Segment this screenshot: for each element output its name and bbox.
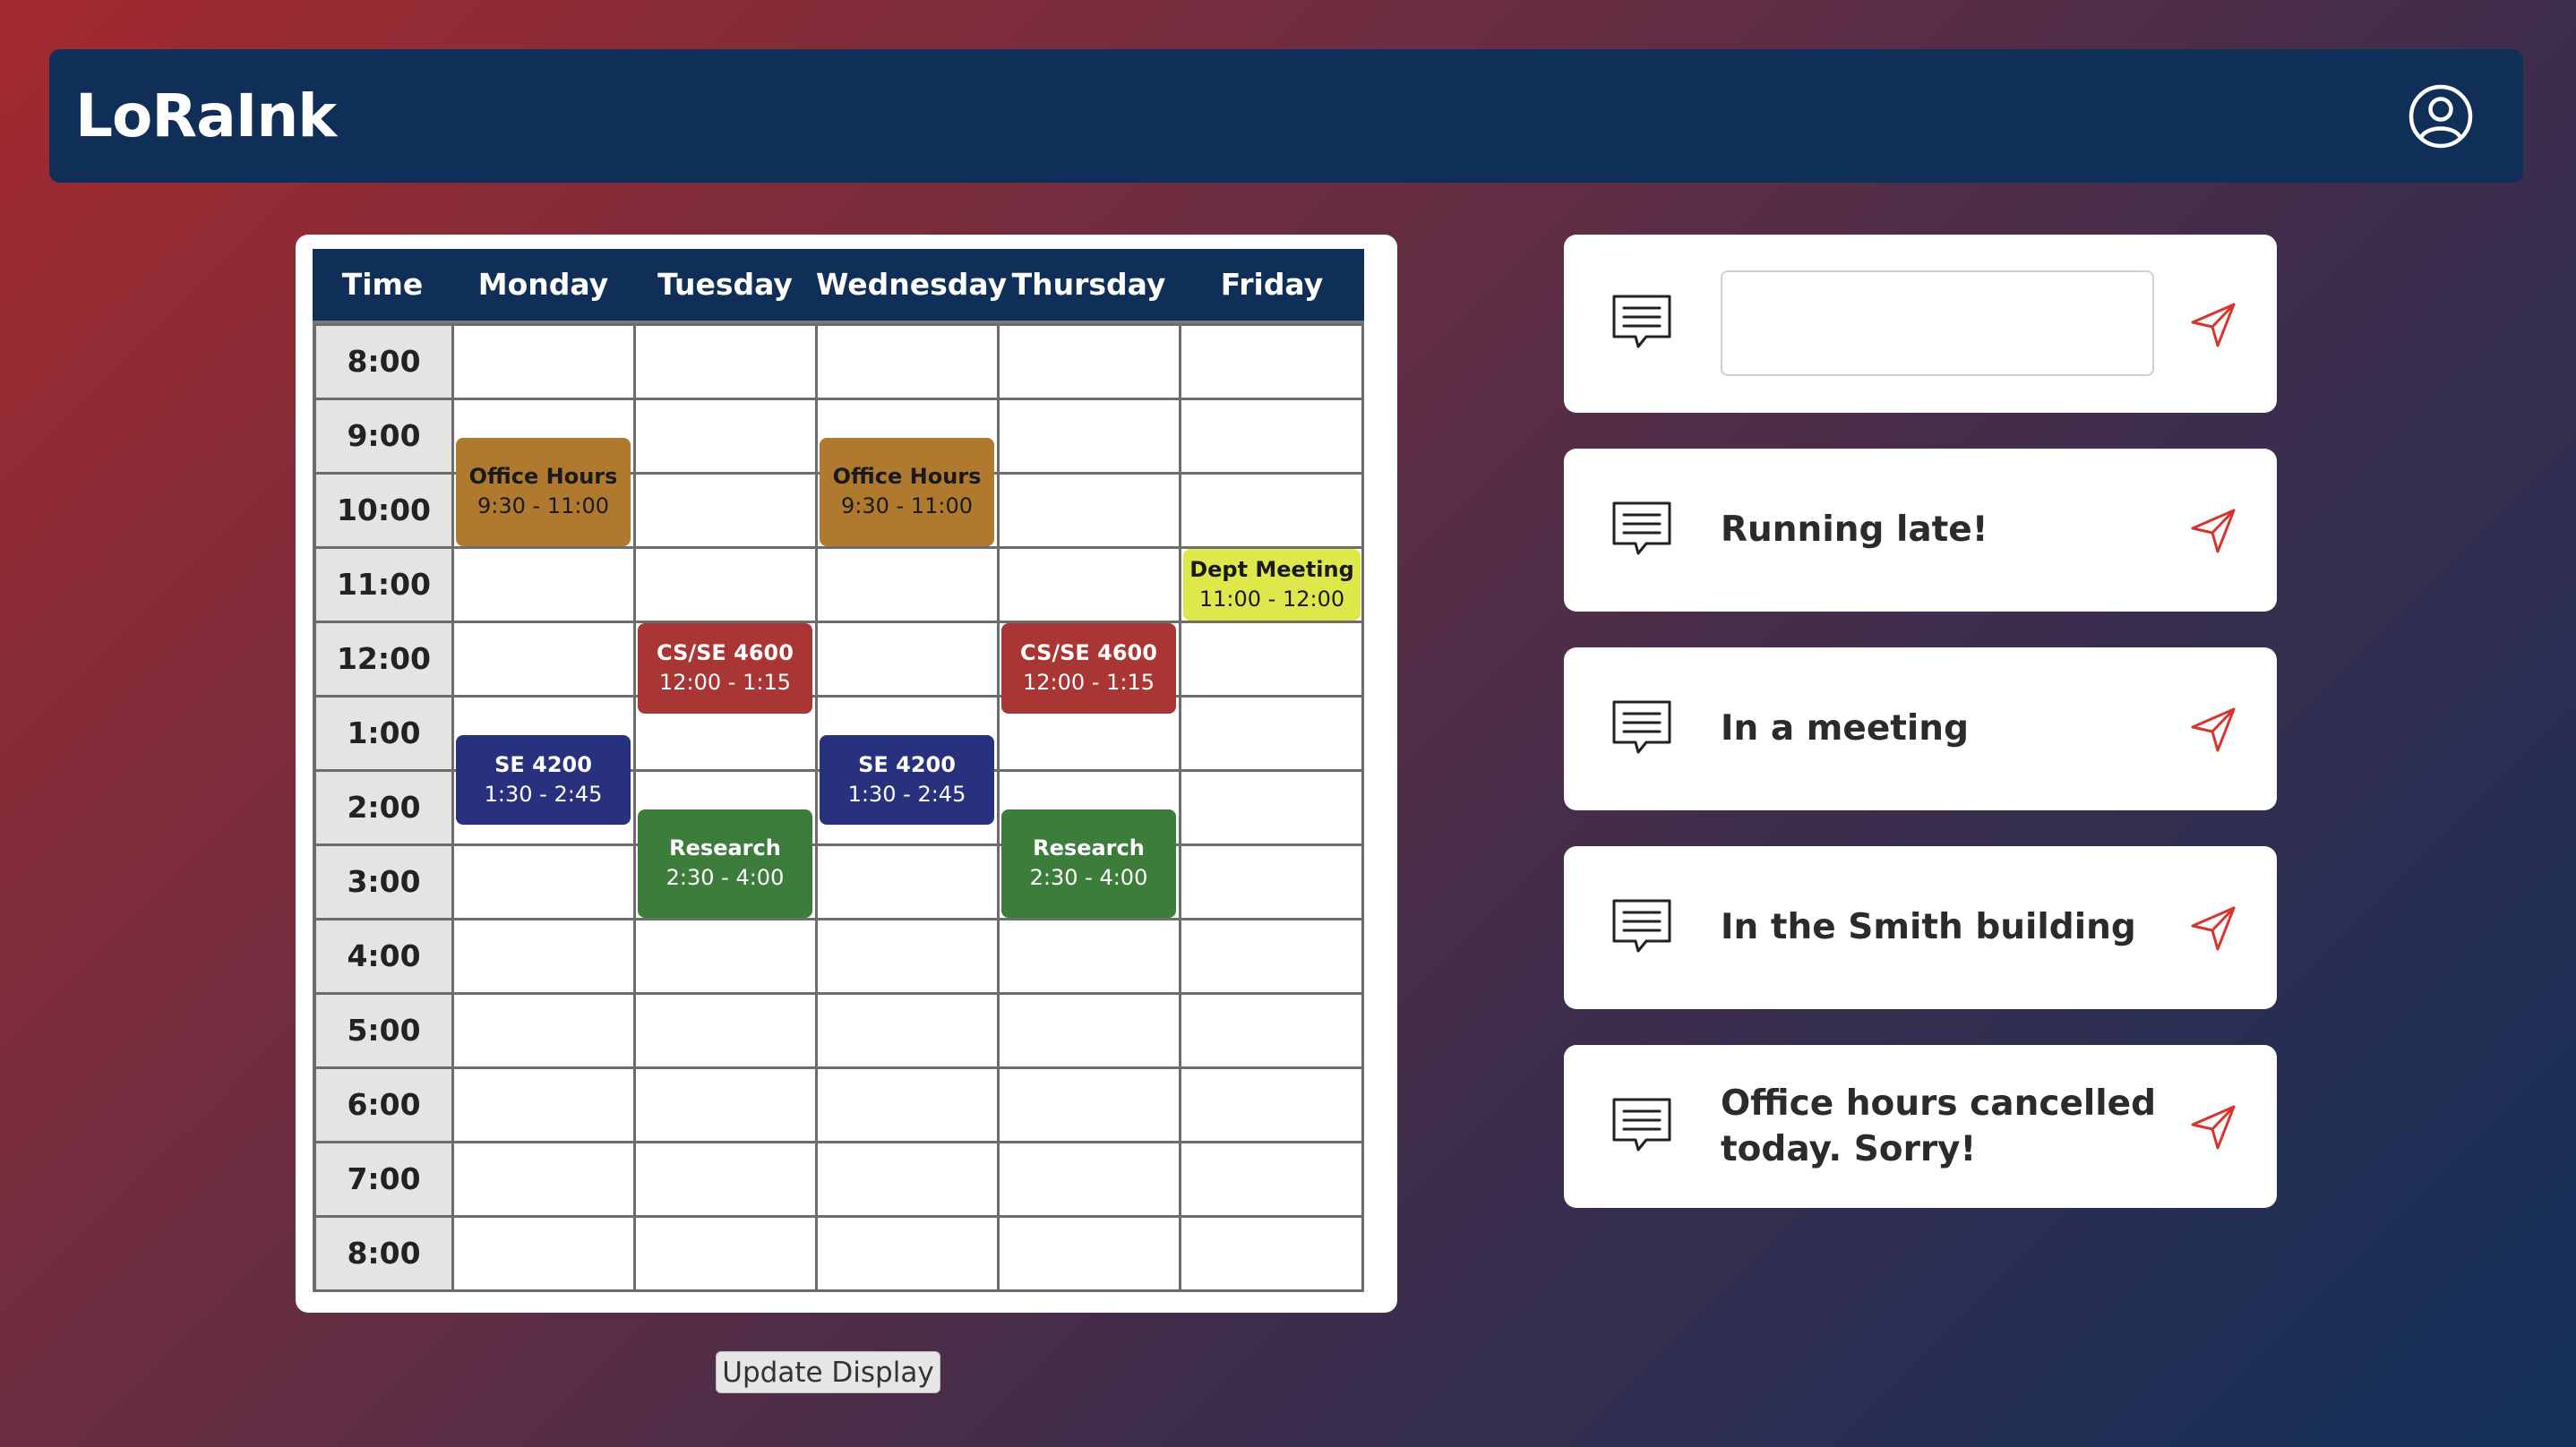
event-office-hours-monday[interactable]: Office Hours 9:30 - 11:00: [456, 437, 631, 546]
column-header-time: Time: [341, 267, 424, 302]
grid-row-line: [313, 918, 1364, 920]
grid-column-line: [1361, 324, 1364, 1292]
update-display-button[interactable]: Update Display: [716, 1351, 940, 1393]
event-research-tuesday[interactable]: Research 2:30 - 4:00: [638, 809, 812, 918]
grid-column-line: [815, 324, 818, 1292]
time-label: 7:00: [315, 1142, 452, 1216]
grid-row-line: [313, 992, 1364, 995]
schedule-header: Time Monday Tuesday Wednesday Thursday Friday: [313, 249, 1364, 321]
event-title: Research: [669, 835, 781, 861]
column-header-monday: Monday: [477, 267, 609, 302]
time-label: 1:00: [315, 696, 452, 770]
grid-column-line: [997, 324, 1000, 1292]
column-header-thursday: Thursday: [1011, 267, 1166, 302]
top-bar: LoRaInk: [49, 49, 2523, 183]
event-title: CS/SE 4600: [657, 640, 794, 666]
event-time: 2:30 - 4:00: [1029, 865, 1148, 891]
grid-column-line: [1179, 324, 1181, 1292]
preset-message-text: In a meeting: [1721, 708, 1969, 749]
event-time: 9:30 - 11:00: [841, 493, 973, 519]
grid-column-line: [633, 324, 636, 1292]
event-cs-se-4600-thursday[interactable]: CS/SE 4600 12:00 - 1:15: [1001, 623, 1176, 714]
preset-message-text: In the Smith building: [1721, 907, 2136, 947]
event-time: 12:00 - 1:15: [1023, 670, 1155, 696]
time-label: 8:00: [315, 324, 452, 398]
preset-message-card[interactable]: Office hours cancelled today. Sorry!: [1564, 1045, 2277, 1208]
event-title: Office Hours: [468, 464, 618, 490]
message-icon: [1612, 1098, 1671, 1152]
custom-message-card: [1564, 235, 2277, 413]
event-time: 12:00 - 1:15: [659, 670, 791, 696]
time-label: 2:00: [315, 770, 452, 844]
grid-column-line: [313, 324, 316, 1292]
grid-row-line: [313, 843, 1364, 846]
grid-row-line: [313, 1289, 1364, 1292]
column-header-wednesday: Wednesday: [816, 267, 1008, 302]
event-time: 9:30 - 11:00: [477, 493, 609, 519]
grid-row-line: [313, 1066, 1364, 1069]
message-icon: [1612, 295, 1671, 348]
grid-row-line: [313, 621, 1364, 623]
schedule-grid: Time Monday Tuesday Wednesday Thursday Friday…: [313, 249, 1364, 1297]
grid-column-line: [451, 324, 454, 1292]
send-icon[interactable]: [2189, 1101, 2239, 1152]
time-label: 8:00: [315, 1216, 452, 1290]
column-header-tuesday: Tuesday: [657, 267, 793, 302]
preset-message-text: Running late!: [1721, 509, 1988, 550]
send-icon[interactable]: [2189, 903, 2239, 953]
time-label: 9:00: [315, 398, 452, 473]
time-label: 11:00: [315, 547, 452, 621]
event-cs-se-4600-tuesday[interactable]: CS/SE 4600 12:00 - 1:15: [638, 623, 812, 714]
preset-message-card[interactable]: In a meeting: [1564, 647, 2277, 810]
event-time: 1:30 - 2:45: [847, 781, 966, 807]
send-icon[interactable]: [2189, 505, 2239, 555]
event-se-4200-monday[interactable]: SE 4200 1:30 - 2:45: [456, 734, 631, 826]
message-icon: [1612, 501, 1671, 555]
event-title: Office Hours: [832, 464, 982, 490]
preset-message-card[interactable]: Running late!: [1564, 449, 2277, 612]
event-time: 1:30 - 2:45: [484, 781, 603, 807]
time-label: 4:00: [315, 919, 452, 993]
column-header-friday: Friday: [1220, 267, 1324, 302]
event-time: 11:00 - 12:00: [1198, 587, 1345, 612]
user-profile-icon[interactable]: [2408, 83, 2474, 150]
event-title: SE 4200: [494, 751, 592, 777]
preset-message-text: Office hours cancelled today. Sorry!: [1721, 1083, 2157, 1169]
grid-row-line: [313, 323, 1364, 326]
event-time: 2:30 - 4:00: [665, 865, 785, 891]
time-label: 5:00: [315, 993, 452, 1067]
schedule-card: Time Monday Tuesday Wednesday Thursday Friday…: [296, 235, 1397, 1313]
event-se-4200-wednesday[interactable]: SE 4200 1:30 - 2:45: [820, 734, 994, 826]
send-icon[interactable]: [2189, 704, 2239, 754]
custom-message-input[interactable]: [1721, 270, 2154, 376]
grid-row-line: [313, 1215, 1364, 1218]
time-label: 12:00: [315, 621, 452, 696]
event-dept-meeting-friday[interactable]: Dept Meeting 11:00 - 12:00: [1183, 549, 1361, 621]
app-title: LoRaInk: [75, 81, 337, 150]
grid-row-line: [313, 398, 1364, 400]
event-title: Research: [1033, 835, 1145, 861]
grid-row-line: [313, 695, 1364, 698]
message-icon: [1612, 700, 1671, 754]
send-icon[interactable]: [2189, 299, 2239, 349]
time-label: 3:00: [315, 844, 452, 919]
event-title: Dept Meeting: [1189, 557, 1354, 582]
event-title: SE 4200: [858, 751, 956, 777]
event-research-thursday[interactable]: Research 2:30 - 4:00: [1001, 809, 1176, 918]
event-office-hours-wednesday[interactable]: Office Hours 9:30 - 11:00: [820, 437, 994, 546]
message-icon: [1612, 899, 1671, 953]
preset-message-card[interactable]: In the Smith building: [1564, 846, 2277, 1009]
grid-row-line: [313, 1141, 1364, 1143]
time-label: 6:00: [315, 1067, 452, 1142]
time-label: 10:00: [315, 473, 452, 547]
event-title: CS/SE 4600: [1020, 640, 1157, 666]
